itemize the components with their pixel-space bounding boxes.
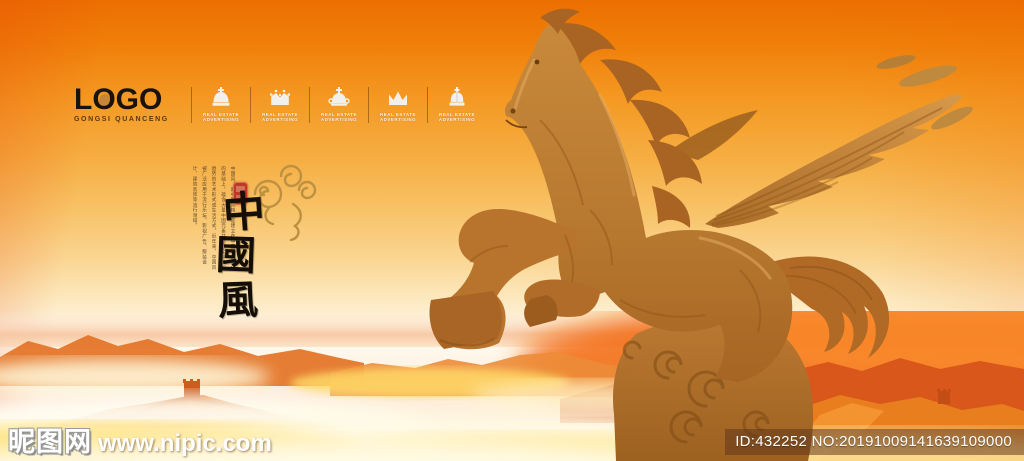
separator xyxy=(309,86,310,123)
badge-caption: ADVERTISING xyxy=(320,117,358,122)
tucked-foreleg xyxy=(524,279,600,327)
badge-caption: REAL ESTATE xyxy=(320,111,357,117)
logo-block: LOGO GONGSI QUANCENG xyxy=(74,83,178,124)
badge-caption: REAL ESTATE xyxy=(379,111,416,117)
poster-canvas: LOGO GONGSI QUANCENG REAL ESTATE ADVERTI… xyxy=(0,0,1024,461)
horse-nostril xyxy=(510,108,516,114)
badge-caption: ADVERTISING xyxy=(379,117,417,122)
raised-foreleg xyxy=(429,209,578,350)
header-bar: LOGO GONGSI QUANCENG REAL ESTATE ADVERTI… xyxy=(74,83,479,124)
crown-badge-row: REAL ESTATE ADVERTISING REAL ESTATE ADVE… xyxy=(184,86,479,123)
badge-caption: REAL ESTATE xyxy=(438,111,475,117)
watermark-site-name: 昵图网 xyxy=(8,427,92,458)
badge-1: REAL ESTATE ADVERTISING xyxy=(199,86,243,123)
badge-caption: ADVERTISING xyxy=(202,117,240,122)
crown-closed-dome-icon xyxy=(449,86,465,106)
badge-5: REAL ESTATE ADVERTISING xyxy=(435,86,479,123)
separator xyxy=(427,86,428,123)
horse-eye xyxy=(534,59,540,65)
watermark-left: 昵图网 www.nipic.com xyxy=(8,420,272,459)
badge-4: REAL ESTATE ADVERTISING xyxy=(376,87,420,123)
calligraphy-char: 中 xyxy=(221,186,267,238)
calligraphy-char: 國 xyxy=(215,231,257,280)
badge-caption: ADVERTISING xyxy=(438,117,476,122)
separator xyxy=(368,86,369,123)
logo-text: LOGO xyxy=(74,83,163,116)
wing xyxy=(705,55,973,228)
badge-3: REAL ESTATE ADVERTISING xyxy=(317,86,361,123)
badge-2: REAL ESTATE ADVERTISING xyxy=(258,87,302,123)
separator xyxy=(250,86,251,123)
calligraphy-title: 中 國 風 xyxy=(206,186,267,325)
badge-caption: REAL ESTATE xyxy=(261,111,298,117)
pegasus-statue xyxy=(429,8,973,461)
crown-arched-cross-icon xyxy=(212,86,230,106)
logo-subtitle: GONGSI QUANCENG xyxy=(74,116,169,123)
badge-caption: ADVERTISING xyxy=(261,117,299,122)
badge-caption: REAL ESTATE xyxy=(202,111,239,117)
watermark-site-url: www.nipic.com xyxy=(98,430,272,457)
watermark-image-id: ID:432252 NO:20191009141639109000 xyxy=(725,429,1024,455)
calligraphy-char: 風 xyxy=(217,276,259,325)
separator xyxy=(191,86,192,123)
crown-five-point-icon xyxy=(269,89,291,105)
logo-title: LOGO xyxy=(74,83,178,116)
crown-zigzag-icon xyxy=(389,91,407,105)
crown-orb-cross-icon xyxy=(328,86,350,106)
